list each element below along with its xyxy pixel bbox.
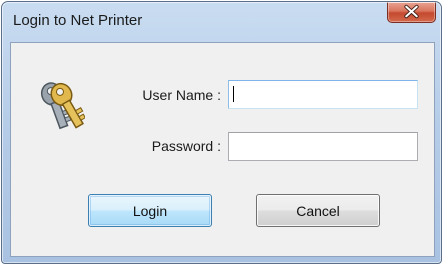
cancel-button[interactable]: Cancel (256, 194, 380, 227)
title-bar[interactable]: Login to Net Printer (2, 2, 441, 42)
close-button[interactable] (387, 2, 436, 23)
dialog-body: User Name : Password : Login Cancel (10, 42, 435, 257)
username-label: User Name : (142, 87, 221, 103)
keys-icon (40, 82, 85, 130)
password-label: Password : (151, 138, 221, 154)
login-button-label: Login (132, 202, 168, 219)
password-input[interactable] (228, 132, 418, 161)
login-dialog: Login to Net Printer User Name: Passwor… (1, 1, 442, 264)
text-caret (233, 86, 234, 102)
username-input[interactable] (228, 80, 418, 109)
window-title: Login to Net Printer (13, 12, 143, 29)
login-button[interactable]: Login (88, 194, 212, 227)
close-icon (404, 4, 419, 19)
cancel-button-label: Cancel (296, 202, 340, 219)
